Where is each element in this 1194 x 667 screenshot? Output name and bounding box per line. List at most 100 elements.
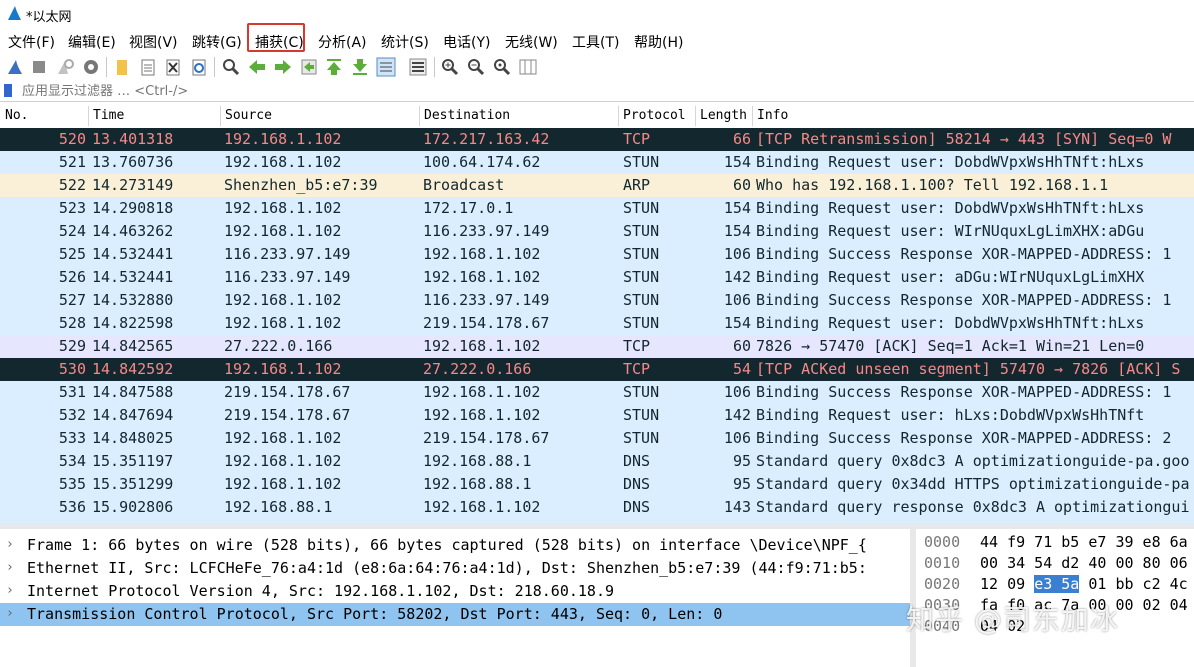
- packet-row[interactable]: 520 13.401318 192.168.1.102 172.217.163.42 T…: [0, 128, 1194, 151]
- expand-chevron-icon[interactable]: ›: [6, 560, 14, 575]
- find-packet-icon[interactable]: [221, 57, 241, 77]
- menu-wireless[interactable]: 无线(W): [505, 32, 558, 52]
- packet-row[interactable]: 521 13.760736 192.168.1.102 100.64.174.62 ST…: [0, 151, 1194, 174]
- cell-length: 106: [723, 429, 751, 447]
- hex-row[interactable]: 0010 00 34 54 d2 40 00 80 06: [916, 552, 1194, 574]
- expand-chevron-icon[interactable]: ›: [6, 583, 14, 598]
- column-header-time[interactable]: Time: [93, 108, 124, 123]
- stop-capture-icon[interactable]: [29, 57, 49, 77]
- go-forward-icon[interactable]: [273, 57, 293, 77]
- cell-no: 521: [58, 153, 86, 171]
- zoom-out-icon[interactable]: [466, 57, 486, 77]
- packet-row[interactable]: 535 15.351299 192.168.1.102 192.168.88.1 DNS…: [0, 473, 1194, 496]
- packet-row[interactable]: 531 14.847588 219.154.178.67 192.168.1.102 S…: [0, 381, 1194, 404]
- menu-view[interactable]: 视图(V): [129, 32, 178, 52]
- packet-row[interactable]: 523 14.290818 192.168.1.102 172.17.0.1 STUN 1…: [0, 197, 1194, 220]
- packet-list[interactable]: 520 13.401318 192.168.1.102 172.217.163.42 T…: [0, 128, 1194, 523]
- cell-time: 14.847588: [92, 383, 174, 401]
- cell-time: 13.760736: [92, 153, 174, 171]
- cell-protocol: STUN: [623, 314, 660, 332]
- packet-row[interactable]: 533 14.848025 192.168.1.102 219.154.178.67 S…: [0, 427, 1194, 450]
- colorize-icon[interactable]: [408, 57, 428, 77]
- cell-info: 7826 → 57470 [ACK] Seq=1 Ack=1 Win=21 Le…: [756, 337, 1145, 355]
- cell-destination: 116.233.97.149: [423, 222, 550, 240]
- cell-source: 192.168.1.102: [224, 291, 342, 309]
- column-header-length[interactable]: Length: [700, 108, 747, 123]
- cell-length: 95: [732, 475, 751, 493]
- cell-destination: 172.217.163.42: [423, 130, 550, 148]
- packet-row[interactable]: 527 14.532880 192.168.1.102 116.233.97.149 S…: [0, 289, 1194, 312]
- menu-tools[interactable]: 工具(T): [572, 32, 619, 52]
- go-last-icon[interactable]: [350, 57, 370, 77]
- menu-edit[interactable]: 编辑(E): [68, 32, 116, 52]
- packet-row[interactable]: 536 15.902806 192.168.88.1 192.168.1.102 DNS…: [0, 496, 1194, 519]
- packet-row[interactable]: 534 15.351197 192.168.1.102 192.168.88.1 DNS…: [0, 450, 1194, 473]
- column-divider[interactable]: [88, 106, 89, 126]
- cell-info: Standard query 0x34dd HTTPS optimization…: [756, 475, 1190, 493]
- column-header-protocol[interactable]: Protocol: [623, 108, 686, 123]
- cell-no: 533: [58, 429, 86, 447]
- detail-tree-item[interactable]: › Transmission Control Protocol, Src Port…: [0, 603, 910, 626]
- save-file-icon[interactable]: [138, 57, 158, 77]
- expand-chevron-icon[interactable]: ›: [6, 606, 14, 621]
- column-divider[interactable]: [419, 106, 420, 126]
- menu-file[interactable]: 文件(F): [8, 32, 55, 52]
- go-to-packet-icon[interactable]: [299, 57, 319, 77]
- packet-row[interactable]: 526 14.532441 116.233.97.149 192.168.1.102 S…: [0, 266, 1194, 289]
- column-divider[interactable]: [220, 106, 221, 126]
- packet-row[interactable]: 530 14.842592 192.168.1.102 27.222.0.166 TCP…: [0, 358, 1194, 381]
- menu-analyze[interactable]: 分析(A): [318, 32, 367, 52]
- cell-protocol: DNS: [623, 498, 651, 516]
- cell-length: 95: [732, 452, 751, 470]
- packet-row[interactable]: 524 14.463262 192.168.1.102 116.233.97.149 S…: [0, 220, 1194, 243]
- menu-go[interactable]: 跳转(G): [192, 32, 242, 52]
- open-file-icon[interactable]: [112, 57, 132, 77]
- cell-protocol: STUN: [623, 406, 660, 424]
- capture-menu-highlight-box: [247, 23, 305, 52]
- column-header-no[interactable]: No.: [5, 108, 28, 123]
- cell-protocol: STUN: [623, 245, 660, 263]
- cell-info: Binding Request user: DobdWVpxWsHhTNft:h…: [756, 199, 1145, 217]
- expand-chevron-icon[interactable]: ›: [6, 537, 14, 552]
- column-divider[interactable]: [618, 106, 619, 126]
- auto-scroll-icon[interactable]: [376, 57, 396, 77]
- detail-tree-item[interactable]: › Frame 1: 66 bytes on wire (528 bits), 6…: [0, 534, 910, 557]
- resize-columns-icon[interactable]: [518, 57, 538, 77]
- zoom-in-icon[interactable]: [440, 57, 460, 77]
- hex-row[interactable]: 0020 12 09 e3 5a 01 bb c2 4c: [916, 573, 1194, 595]
- hex-row[interactable]: 0000 44 f9 71 b5 e7 39 e8 6a: [916, 531, 1194, 553]
- hex-bytes: 12 09 e3 5a 01 bb c2 4c: [980, 575, 1188, 593]
- cell-destination: 192.168.1.102: [423, 245, 541, 263]
- cell-length: 106: [723, 291, 751, 309]
- zoom-normal-icon[interactable]: [492, 57, 512, 77]
- cell-no: 531: [58, 383, 86, 401]
- reload-file-icon[interactable]: [189, 57, 209, 77]
- menu-statistics[interactable]: 统计(S): [381, 32, 429, 52]
- packet-details-pane[interactable]: › Frame 1: 66 bytes on wire (528 bits), 6…: [0, 529, 910, 667]
- display-filter-input[interactable]: [18, 81, 1194, 101]
- go-first-icon[interactable]: [324, 57, 344, 77]
- packet-row[interactable]: 525 14.532441 116.233.97.149 192.168.1.102 S…: [0, 243, 1194, 266]
- column-header-info[interactable]: Info: [757, 108, 788, 123]
- close-file-icon[interactable]: [163, 57, 183, 77]
- column-divider[interactable]: [695, 106, 696, 126]
- packet-row[interactable]: 529 14.842565 27.222.0.166 192.168.1.102 TCP…: [0, 335, 1194, 358]
- start-capture-icon[interactable]: [5, 57, 25, 77]
- packet-row[interactable]: 522 14.273149 Shenzhen_b5:e7:39 Broadcast AR…: [0, 174, 1194, 197]
- packet-row[interactable]: 528 14.822598 192.168.1.102 219.154.178.67 S…: [0, 312, 1194, 335]
- column-divider[interactable]: [752, 106, 753, 126]
- cell-time: 14.290818: [92, 199, 174, 217]
- detail-tree-item[interactable]: › Internet Protocol Version 4, Src: 192.1…: [0, 580, 910, 603]
- go-back-icon[interactable]: [247, 57, 267, 77]
- column-header-destination[interactable]: Destination: [424, 108, 510, 123]
- menu-help[interactable]: 帮助(H): [634, 32, 683, 52]
- cell-info: Binding Success Response XOR-MAPPED-ADDR…: [756, 291, 1172, 309]
- filter-bookmark-icon[interactable]: [4, 84, 12, 97]
- menu-telephony[interactable]: 电话(Y): [443, 32, 490, 52]
- column-header-source[interactable]: Source: [225, 108, 272, 123]
- capture-options-icon[interactable]: [81, 57, 101, 77]
- packet-row[interactable]: 532 14.847694 219.154.178.67 192.168.1.102 S…: [0, 404, 1194, 427]
- detail-tree-item[interactable]: › Ethernet II, Src: LCFCHeFe_76:a4:1d (e8…: [0, 557, 910, 580]
- restart-capture-icon[interactable]: [55, 57, 75, 77]
- display-filter-bar: [0, 81, 1194, 102]
